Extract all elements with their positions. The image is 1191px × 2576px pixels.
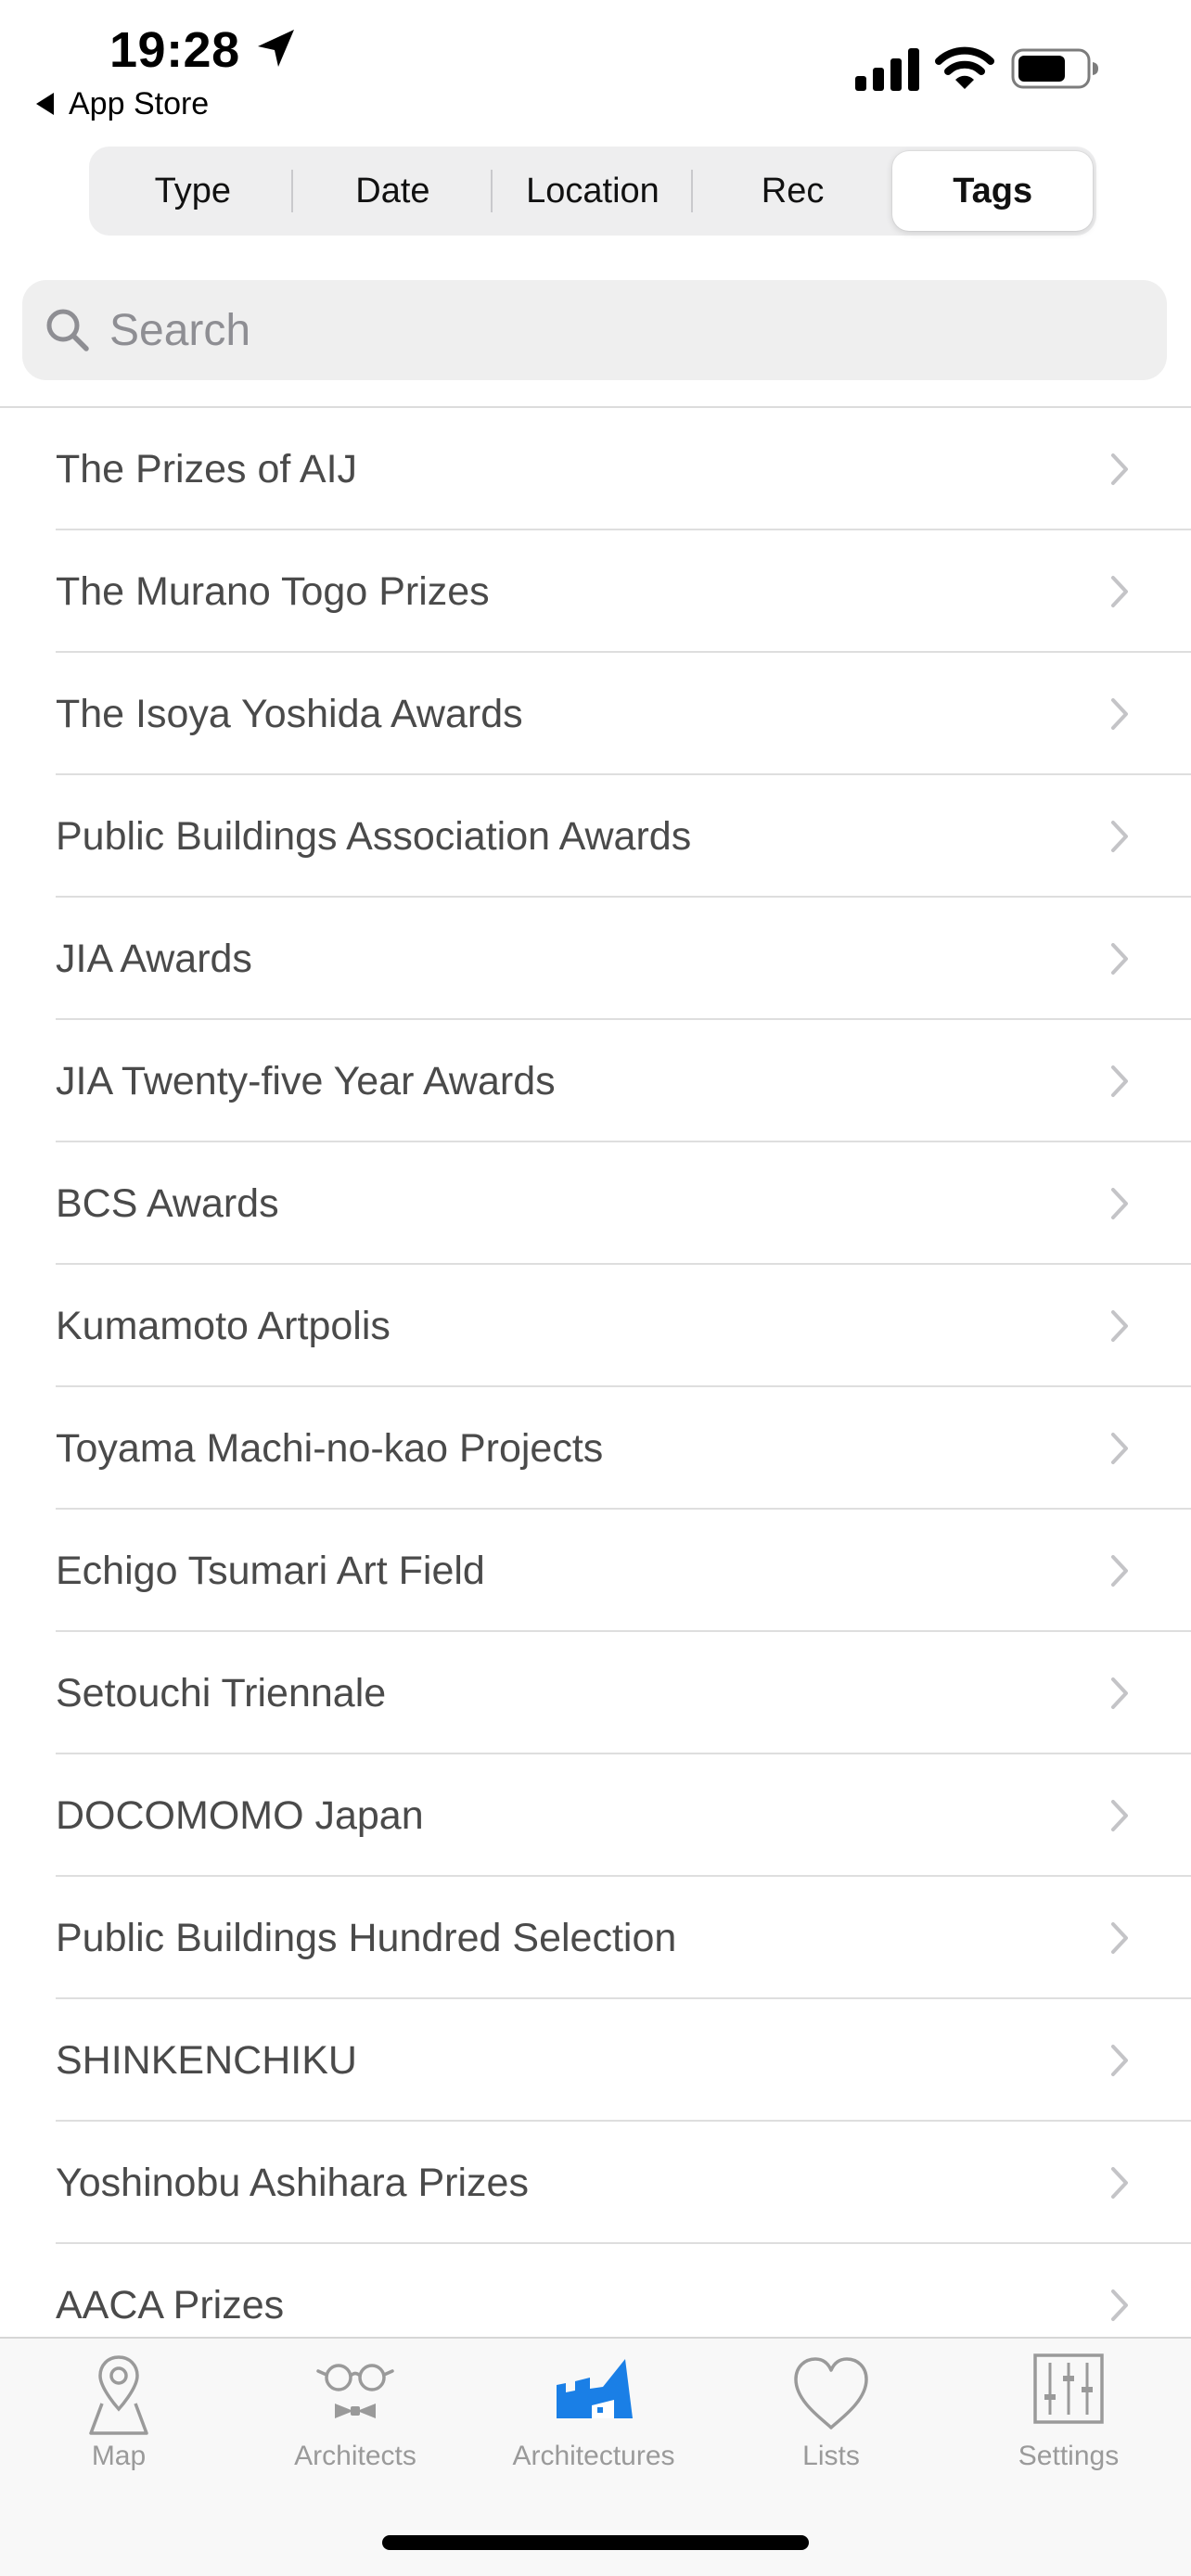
tag-list-item[interactable]: AACA Prizes bbox=[0, 2244, 1191, 2337]
building-icon bbox=[557, 2359, 633, 2418]
tab-map-label: Map bbox=[91, 2441, 147, 2471]
status-bar: 19:28 App Store bbox=[0, 0, 1191, 130]
chevron-right-icon bbox=[1111, 1800, 1128, 1831]
chevron-right-icon bbox=[1111, 821, 1128, 852]
tag-label: AACA Prizes bbox=[56, 2282, 285, 2327]
tag-label: JIA Awards bbox=[56, 936, 252, 981]
chevron-right-icon bbox=[1111, 576, 1128, 607]
tag-label: Kumamoto Artpolis bbox=[56, 1303, 391, 1348]
home-indicator bbox=[382, 2535, 809, 2550]
chevron-right-icon bbox=[1111, 1922, 1128, 1954]
chevron-right-icon bbox=[1111, 2289, 1128, 2321]
tag-list: The Prizes of AIJ The Murano Togo Prizes T… bbox=[0, 408, 1191, 2337]
cellular-signal-icon bbox=[855, 48, 919, 91]
segment-date[interactable]: Date bbox=[293, 151, 493, 231]
tag-label: Toyama Machi-no-kao Projects bbox=[56, 1425, 604, 1471]
chevron-right-icon bbox=[1111, 1555, 1128, 1587]
battery-icon bbox=[1011, 48, 1098, 89]
heart-icon bbox=[794, 2357, 868, 2429]
filter-segmented-control: Type Date Location Rec Tags bbox=[89, 147, 1096, 236]
chevron-right-icon bbox=[1111, 1310, 1128, 1342]
wifi-icon bbox=[935, 46, 994, 89]
tag-list-item[interactable]: Setouchi Triennale bbox=[0, 1632, 1191, 1754]
chevron-right-icon bbox=[1111, 698, 1128, 730]
tab-settings-label: Settings bbox=[1018, 2441, 1120, 2471]
back-triangle-icon bbox=[36, 93, 54, 115]
tag-label: Yoshinobu Ashihara Prizes bbox=[56, 2160, 529, 2205]
chevron-right-icon bbox=[1111, 1677, 1128, 1709]
tag-label: Public Buildings Association Awards bbox=[56, 813, 692, 859]
chevron-right-icon bbox=[1111, 453, 1128, 485]
chevron-right-icon bbox=[1111, 2045, 1128, 2076]
chevron-right-icon bbox=[1111, 1433, 1128, 1464]
tag-label: Echigo Tsumari Art Field bbox=[56, 1548, 485, 1593]
tab-architects-label: Architects bbox=[294, 2441, 416, 2471]
tag-list-item[interactable]: The Prizes of AIJ bbox=[0, 408, 1191, 530]
tab-lists-label: Lists bbox=[802, 2441, 860, 2471]
tag-list-item[interactable]: Yoshinobu Ashihara Prizes bbox=[0, 2122, 1191, 2244]
sliders-icon bbox=[1033, 2353, 1104, 2424]
tab-map[interactable]: Map bbox=[17, 2350, 221, 2489]
tag-list-item[interactable]: The Isoya Yoshida Awards bbox=[0, 653, 1191, 775]
glasses-bowtie-icon bbox=[316, 2364, 394, 2418]
chevron-right-icon bbox=[1111, 943, 1128, 975]
tag-label: SHINKENCHIKU bbox=[56, 2037, 357, 2083]
tab-lists[interactable]: Lists bbox=[729, 2350, 933, 2489]
tag-list-item[interactable]: Kumamoto Artpolis bbox=[0, 1265, 1191, 1387]
tag-label: JIA Twenty-five Year Awards bbox=[56, 1058, 556, 1103]
tag-label: The Murano Togo Prizes bbox=[56, 568, 490, 614]
tag-list-item[interactable]: Toyama Machi-no-kao Projects bbox=[0, 1387, 1191, 1510]
tab-architects[interactable]: Architects bbox=[253, 2350, 457, 2489]
tag-label: The Prizes of AIJ bbox=[56, 446, 358, 491]
tag-list-item[interactable]: Public Buildings Hundred Selection bbox=[0, 1877, 1191, 1999]
tag-list-item[interactable]: JIA Twenty-five Year Awards bbox=[0, 1020, 1191, 1142]
tag-list-item[interactable]: JIA Awards bbox=[0, 898, 1191, 1020]
tag-list-item[interactable]: DOCOMOMO Japan bbox=[0, 1754, 1191, 1877]
segment-tags[interactable]: Tags bbox=[892, 151, 1093, 231]
location-arrow-icon bbox=[258, 30, 294, 67]
status-time: 19:28 bbox=[109, 22, 240, 78]
chevron-right-icon bbox=[1111, 1065, 1128, 1097]
search-input[interactable] bbox=[109, 293, 1111, 367]
tab-settings[interactable]: Settings bbox=[967, 2350, 1171, 2489]
segment-location[interactable]: Location bbox=[493, 151, 693, 231]
tag-list-item[interactable]: BCS Awards bbox=[0, 1142, 1191, 1265]
back-app-label: App Store bbox=[69, 86, 210, 121]
tab-architectures-label: Architectures bbox=[512, 2441, 675, 2471]
segment-type[interactable]: Type bbox=[93, 151, 293, 231]
map-pin-icon bbox=[89, 2355, 148, 2435]
back-to-app-button[interactable]: App Store bbox=[33, 85, 209, 122]
segment-rec[interactable]: Rec bbox=[693, 151, 893, 231]
chevron-right-icon bbox=[1111, 1188, 1128, 1219]
tag-list-item[interactable]: Public Buildings Association Awards bbox=[0, 775, 1191, 898]
tag-label: Setouchi Triennale bbox=[56, 1670, 387, 1715]
tag-list-item[interactable]: The Murano Togo Prizes bbox=[0, 530, 1191, 653]
tag-label: The Isoya Yoshida Awards bbox=[56, 691, 523, 736]
tag-list-item[interactable]: Echigo Tsumari Art Field bbox=[0, 1510, 1191, 1632]
search-bar bbox=[22, 280, 1167, 380]
tag-list-item[interactable]: SHINKENCHIKU bbox=[0, 1999, 1191, 2122]
tag-label: Public Buildings Hundred Selection bbox=[56, 1915, 677, 1960]
chevron-right-icon bbox=[1111, 2167, 1128, 2199]
tab-architectures[interactable]: Architectures bbox=[492, 2350, 696, 2489]
search-icon bbox=[46, 309, 89, 351]
tag-label: DOCOMOMO Japan bbox=[56, 1792, 424, 1838]
tag-label: BCS Awards bbox=[56, 1180, 279, 1226]
